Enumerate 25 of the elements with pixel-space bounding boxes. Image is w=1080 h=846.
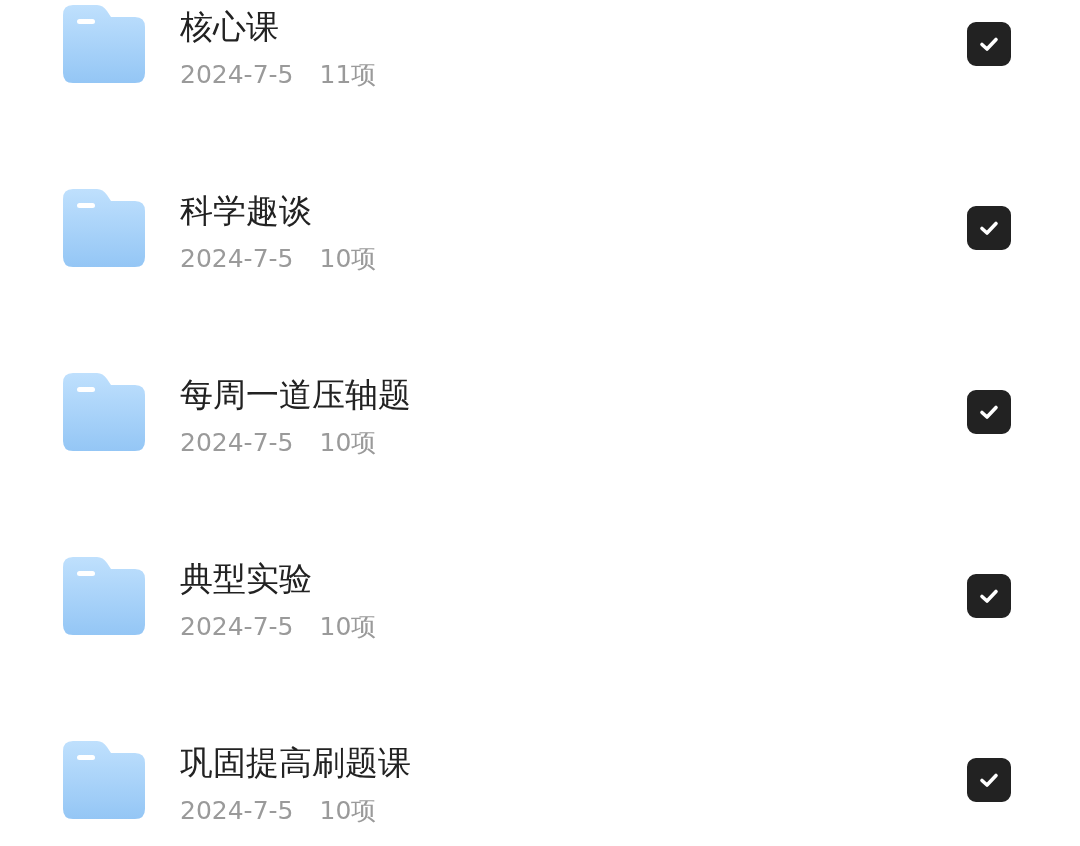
checkbox[interactable] (967, 758, 1011, 802)
checkbox[interactable] (967, 390, 1011, 434)
folder-date: 2024-7-5 (180, 612, 294, 642)
checkbox[interactable] (967, 574, 1011, 618)
item-count: 10项 (319, 428, 377, 458)
folder-title: 典型实验 (180, 558, 313, 600)
item-count: 10项 (319, 612, 377, 642)
folder-date: 2024-7-5 (180, 428, 294, 458)
checkbox[interactable] (967, 206, 1011, 250)
folder-title: 科学趣谈 (180, 190, 313, 232)
folder-icon (63, 189, 145, 267)
item-count: 10项 (319, 244, 377, 274)
folder-date: 2024-7-5 (180, 796, 294, 826)
folder-title: 核心课 (180, 6, 280, 48)
folder-title: 巩固提高刷题课 (180, 742, 412, 784)
folder-date: 2024-7-5 (180, 244, 294, 274)
folder-icon (63, 5, 145, 83)
folder-icon (63, 741, 145, 819)
item-count: 10项 (319, 796, 377, 826)
folder-title: 每周一道压轴题 (180, 374, 412, 416)
checkbox[interactable] (967, 22, 1011, 66)
folder-icon (63, 557, 145, 635)
item-count: 11项 (319, 60, 377, 90)
folder-icon (63, 373, 145, 451)
folder-date: 2024-7-5 (180, 60, 294, 90)
